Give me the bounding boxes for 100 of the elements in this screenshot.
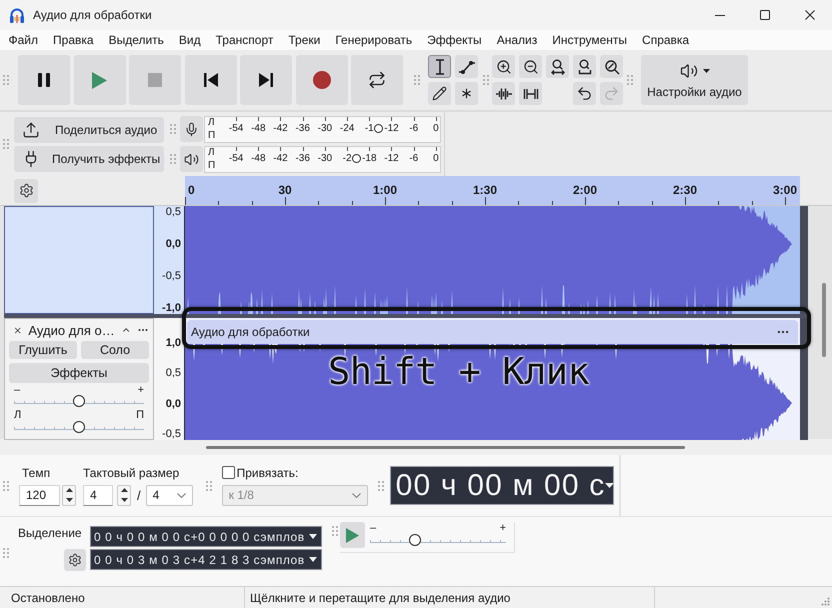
edit-button[interactable] [492,55,515,78]
slider-thumb[interactable] [73,395,85,407]
audio-settings-button[interactable]: Настройки аудио [641,55,748,105]
menu-item[interactable]: Транспорт [208,30,281,50]
time-signature-label: Тактовый размер [83,466,180,480]
slider-thumb[interactable] [408,534,421,546]
meter-scale-label: -1 [364,122,374,134]
scale-label: 0,5 [166,206,181,218]
menu-item[interactable]: Генерировать [328,30,420,50]
tool-button[interactable] [455,55,478,78]
menu-item[interactable]: Треки [280,30,328,50]
transport-button[interactable] [184,55,236,105]
grip-icon[interactable] [414,75,420,85]
menu-item[interactable]: Анализ [489,30,545,50]
slider-max-label: + [138,385,144,395]
menu-item[interactable]: Выделить [101,30,172,50]
effects-button[interactable]: Эффекты [9,363,149,383]
edit-button[interactable] [546,55,569,78]
tempo-field[interactable]: 120 [19,484,60,506]
spin-buttons[interactable] [117,484,131,506]
meter-scale-label: -12 [384,122,399,134]
settings-button[interactable] [14,178,38,202]
skip-back-icon [204,73,218,87]
grip-icon[interactable] [627,75,633,85]
timeline-ruler[interactable]: 0 30 1:00 1:30 2:00 2:30 3:00 [185,176,800,205]
edit-button[interactable] [492,82,515,105]
menu-item[interactable]: Эффекты [420,30,490,50]
speaker-icon [184,152,199,166]
ruler-label: 1:00 [372,183,398,197]
time-field[interactable]: 0 0 ч 0 3 м 0 3 с+4 2 1 8 3 сэмплов [90,549,322,570]
transport-button[interactable] [18,55,70,105]
close-icon[interactable] [13,324,22,336]
track-panel[interactable]: Аудио для о… Глушить Соло Эффекты – + Л П [4,318,154,440]
level-meter[interactable]: Л П -54 -48 -42 -36 -30 -2 -18 -12 -6 0 [204,146,441,172]
meter-scale-label: -30 [318,122,332,134]
track-name[interactable]: Аудио для о… [28,322,115,338]
slider-min-label: – [370,523,376,533]
solo-button[interactable]: Соло [81,341,149,359]
time-field[interactable]: 0 0 ч 0 0 м 0 0 с+0 0 0 0 0 сэмплов [90,526,322,547]
clip-title: Аудио для обработки [191,325,310,339]
slider-min-label: Л [14,410,22,420]
caret-up-icon [120,488,128,492]
beat-unit-dropdown[interactable]: 4 [146,484,193,506]
grip-icon[interactable] [378,480,384,490]
time-display[interactable]: 00 ч 00 м 00 с [390,466,614,505]
menu-item[interactable]: Файл [1,30,46,50]
tool-button[interactable] [455,82,478,105]
spin-buttons[interactable] [62,484,76,506]
scrollbar-thumb[interactable] [206,446,685,448]
status-hint: Щёлкните и перетащите для выделения аудио [250,590,510,604]
share-button[interactable]: Поделиться аудио [14,116,164,142]
grip-icon[interactable] [483,75,489,85]
meter-slider-thumb[interactable] [352,154,362,162]
share-button[interactable]: Получить эффекты [14,146,164,172]
transport-button[interactable] [240,55,292,105]
ruler-label: 2:00 [572,183,598,197]
skip-forward-icon [259,73,273,87]
edit-button[interactable] [519,82,542,105]
caret-up-icon [66,488,72,492]
play-at-speed-button[interactable] [340,522,365,548]
clip-header[interactable]: Аудио для обработки [187,320,798,344]
speaker-button[interactable] [180,146,203,172]
grip-icon[interactable] [170,154,176,164]
edit-button[interactable] [600,55,623,78]
mute-button[interactable]: Глушить [9,341,77,359]
resize-grip-icon[interactable] [821,597,830,606]
meter-scale-label: -42 [273,122,288,134]
tool-button[interactable] [428,82,451,105]
grip-icon[interactable] [3,139,9,149]
edit-button[interactable] [573,82,596,105]
meter-scale-label: -2 [342,152,352,164]
slider-thumb[interactable] [73,421,85,433]
menu-item[interactable]: Справка [634,30,697,50]
zoom-out-icon [522,58,538,74]
scale-label: 1,0 [166,337,181,349]
beats-field[interactable]: 4 [83,484,113,506]
level-meter[interactable]: Л П -54 -48 -42 -36 -30 -24 -1 -12 -6 0 [204,116,441,142]
tool-button[interactable] [428,55,451,78]
menu-item[interactable]: Вид [171,30,208,50]
signature-separator: / [137,488,141,502]
grip-icon[interactable] [3,75,9,85]
settings-icon [18,183,34,198]
scrollbar-thumb[interactable] [822,283,826,357]
grip-icon[interactable] [332,526,338,536]
audio-waveform[interactable] [185,206,800,314]
microphone-button[interactable] [180,116,203,142]
grip-icon[interactable] [3,548,9,558]
menu-item[interactable]: Правка [46,30,102,50]
grip-icon[interactable] [170,124,176,134]
transport-button[interactable] [351,55,403,105]
settings-button[interactable] [64,549,86,571]
grip-icon[interactable] [206,480,212,490]
menu-item[interactable]: Инструменты [544,30,635,50]
edit-button[interactable] [519,55,542,78]
meter-slider-thumb[interactable] [374,124,384,132]
annotation-text: Shift + Клик [328,352,590,392]
edit-button[interactable] [573,55,596,78]
window-title: Аудио для обработки [33,8,152,22]
meter-scale-label: -48 [251,122,266,134]
grip-icon[interactable] [3,480,9,490]
